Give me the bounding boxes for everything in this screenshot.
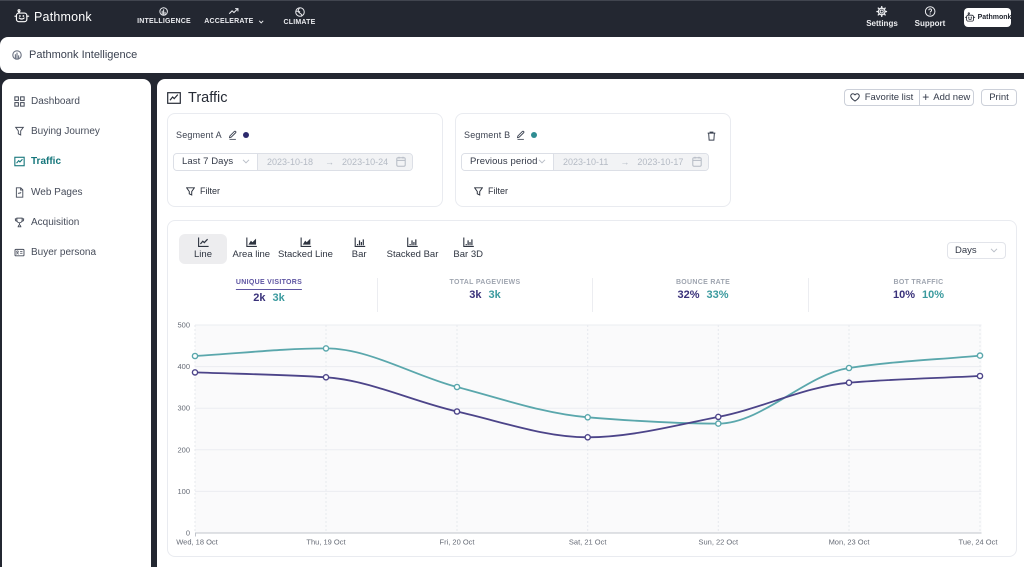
- svg-text:0: 0: [186, 529, 190, 538]
- svg-text:Wed, 18 Oct: Wed, 18 Oct: [176, 538, 218, 547]
- svg-text:Mon, 23 Oct: Mon, 23 Oct: [829, 538, 871, 547]
- svg-text:Thu, 19 Oct: Thu, 19 Oct: [306, 538, 346, 547]
- svg-text:100: 100: [177, 487, 190, 496]
- svg-text:200: 200: [177, 445, 190, 454]
- svg-text:300: 300: [177, 404, 190, 413]
- svg-text:Sat, 21 Oct: Sat, 21 Oct: [569, 538, 607, 547]
- svg-text:Sun, 22 Oct: Sun, 22 Oct: [698, 538, 739, 547]
- svg-text:Tue, 24 Oct: Tue, 24 Oct: [959, 538, 999, 547]
- svg-text:500: 500: [177, 321, 190, 330]
- svg-text:Fri, 20 Oct: Fri, 20 Oct: [439, 538, 475, 547]
- svg-text:400: 400: [177, 362, 190, 371]
